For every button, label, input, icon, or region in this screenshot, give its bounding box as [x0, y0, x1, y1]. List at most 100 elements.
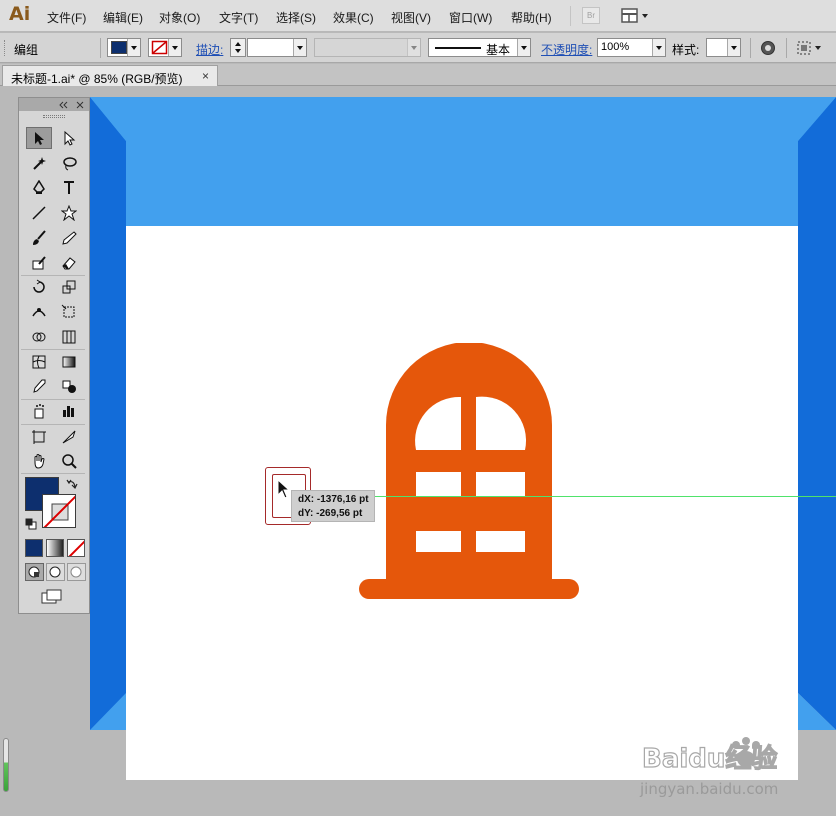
menu-type[interactable]: 文字(T): [219, 9, 258, 26]
collapse-icon[interactable]: [59, 101, 85, 109]
mesh-icon: [32, 355, 46, 369]
draw-inside-button[interactable]: [67, 563, 86, 581]
blend-icon: [62, 380, 76, 393]
arrange-documents-button[interactable]: [620, 8, 652, 24]
stroke-line-preview: [435, 47, 481, 49]
tools-panel-header[interactable]: [19, 98, 89, 111]
shape-builder-tool[interactable]: [26, 326, 52, 348]
app-logo: Ai: [9, 3, 31, 25]
lasso-tool[interactable]: [56, 152, 82, 174]
opacity-input[interactable]: 100%: [597, 38, 666, 57]
stroke-color-swatch[interactable]: [42, 494, 76, 528]
none-button[interactable]: [67, 539, 85, 557]
eraser-tool[interactable]: [56, 252, 82, 274]
scroll-handle[interactable]: [3, 738, 9, 792]
stroke-weight-input[interactable]: [247, 38, 307, 57]
gradient-button[interactable]: [46, 539, 64, 557]
type-tool[interactable]: [56, 177, 82, 199]
chevron-down-icon: [168, 39, 181, 56]
window-body: [386, 343, 552, 579]
draw-behind-button[interactable]: [46, 563, 65, 581]
align-options-icon[interactable]: [796, 40, 824, 56]
symbol-sprayer-tool[interactable]: [26, 400, 52, 422]
separator: [786, 38, 787, 58]
document-tab-title: 未标题-1.ai* @ 85% (RGB/预览): [11, 72, 183, 86]
pen-tool[interactable]: [26, 177, 52, 199]
stroke-color-dropdown[interactable]: [148, 38, 182, 57]
selection-tool[interactable]: [26, 127, 52, 149]
window-pane: [476, 472, 525, 496]
opacity-label[interactable]: 不透明度:: [541, 41, 592, 58]
mesh-tool[interactable]: [26, 351, 52, 373]
width-tool[interactable]: [26, 301, 52, 323]
document-tab-bar: 未标题-1.ai* @ 85% (RGB/预览) ×: [0, 64, 836, 86]
draw-normal-button[interactable]: [25, 563, 44, 581]
draw-normal-icon: [28, 566, 40, 578]
default-colors-icon[interactable]: [25, 518, 37, 530]
panel-grip[interactable]: [4, 40, 6, 56]
fill-color-dropdown[interactable]: [107, 38, 141, 57]
pencil-tool[interactable]: [56, 227, 82, 249]
line-segment-icon: [32, 206, 46, 220]
variable-width-profile-dropdown[interactable]: [314, 38, 421, 57]
bridge-button[interactable]: Br: [582, 7, 600, 24]
graph-tool[interactable]: [56, 326, 82, 348]
blob-brush-tool[interactable]: [26, 252, 52, 274]
direct-selection-tool[interactable]: [56, 127, 82, 149]
color-button[interactable]: [25, 539, 43, 557]
free-transform-icon: [61, 304, 75, 318]
brush-definition-dropdown[interactable]: 基本: [428, 38, 531, 57]
panel-grip[interactable]: [43, 115, 65, 118]
window-illustration[interactable]: [358, 343, 580, 601]
frame-top-band: [90, 97, 836, 141]
column-graph-icon: [63, 406, 74, 417]
delta-y-readout: dY: -269,56 pt: [298, 508, 363, 519]
blend-tool[interactable]: [56, 375, 82, 397]
menu-object[interactable]: 对象(O): [159, 9, 200, 26]
recolor-artwork-icon[interactable]: [760, 40, 776, 56]
layout-grid-icon: [621, 8, 648, 23]
star-tool[interactable]: [56, 202, 82, 224]
shape-builder-icon: [32, 332, 46, 342]
type-icon: [64, 181, 74, 194]
artboard-tool[interactable]: [26, 426, 52, 448]
draw-inside-icon: [70, 566, 82, 578]
menu-bar: Ai 文件(F) 编辑(E) 对象(O) 文字(T) 选择(S) 效果(C) 视…: [0, 0, 836, 32]
menu-effect[interactable]: 效果(C): [333, 9, 374, 26]
swap-colors-icon[interactable]: [66, 478, 78, 490]
slice-icon: [62, 430, 76, 444]
menu-help[interactable]: 帮助(H): [511, 9, 552, 26]
control-bar: 编组 描边: 基本 不透明度: 100% 样式:: [0, 33, 836, 63]
gradient-tool[interactable]: [56, 351, 82, 373]
line-segment-tool[interactable]: [26, 202, 52, 224]
no-stroke-icon: [43, 495, 75, 527]
free-transform-tool[interactable]: [56, 301, 82, 323]
magic-wand-tool[interactable]: [26, 152, 52, 174]
eyedropper-tool[interactable]: [26, 375, 52, 397]
blob-brush-icon: [32, 256, 46, 270]
screen-mode-icon[interactable]: [41, 589, 63, 605]
slice-tool[interactable]: [56, 426, 82, 448]
menu-view[interactable]: 视图(V): [391, 9, 431, 26]
tools-separator: [21, 275, 85, 276]
move-measurement-tooltip: dX: -1376,16 pt dY: -269,56 pt: [291, 490, 375, 522]
menu-window[interactable]: 窗口(W): [449, 9, 492, 26]
stroke-weight-stepper[interactable]: [230, 38, 246, 57]
menu-edit[interactable]: 编辑(E): [103, 9, 143, 26]
document-tab[interactable]: 未标题-1.ai* @ 85% (RGB/预览) ×: [2, 65, 218, 86]
scale-tool[interactable]: [56, 276, 82, 298]
rotate-tool[interactable]: [26, 276, 52, 298]
magic-wand-icon: [33, 157, 46, 170]
graphic-style-dropdown[interactable]: [706, 38, 741, 57]
hand-tool[interactable]: [26, 450, 52, 472]
paintbrush-tool[interactable]: [26, 227, 52, 249]
column-graph-tool[interactable]: [56, 400, 82, 422]
close-icon[interactable]: ×: [202, 69, 209, 83]
tools-separator: [21, 349, 85, 350]
zoom-tool[interactable]: [56, 450, 82, 472]
none-icon: [68, 540, 84, 556]
paintbrush-icon: [33, 230, 46, 245]
stroke-label[interactable]: 描边:: [196, 41, 223, 58]
menu-select[interactable]: 选择(S): [276, 9, 316, 26]
menu-file[interactable]: 文件(F): [47, 9, 86, 26]
